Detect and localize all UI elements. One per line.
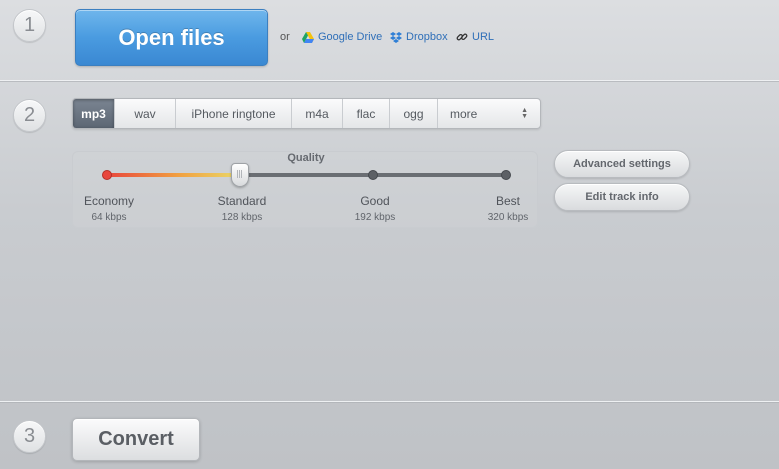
url-label: URL bbox=[472, 31, 495, 43]
quality-bitrate-standard: 128 kbps bbox=[221, 212, 263, 223]
format-tab-mp3[interactable]: mp3 bbox=[73, 99, 115, 128]
dropbox-label: Dropbox bbox=[406, 31, 448, 43]
step-number-1: 1 bbox=[13, 9, 46, 42]
quality-tick-good[interactable] bbox=[368, 170, 378, 180]
google-drive-label: Google Drive bbox=[318, 31, 383, 43]
url-link[interactable]: URL bbox=[456, 31, 494, 43]
open-files-button[interactable]: Open files bbox=[75, 9, 268, 66]
step-settings: 2 mp3 wav iPhone ringtone m4a flac ogg m… bbox=[0, 82, 779, 402]
quality-tick-economy[interactable] bbox=[102, 170, 112, 180]
format-tabs: mp3 wav iPhone ringtone m4a flac ogg mor… bbox=[72, 98, 541, 129]
link-icon bbox=[456, 33, 468, 41]
quality-bitrate-best: 320 kbps bbox=[487, 212, 529, 223]
format-tab-iphone-ringtone[interactable]: iPhone ringtone bbox=[176, 99, 292, 128]
quality-title: Quality bbox=[287, 152, 325, 164]
format-more-select[interactable]: more ▲ ▼ bbox=[438, 99, 540, 128]
convert-button[interactable]: Convert bbox=[72, 418, 200, 461]
format-tab-flac[interactable]: flac bbox=[343, 99, 390, 128]
google-drive-icon bbox=[302, 31, 314, 43]
google-drive-link[interactable]: Google Drive bbox=[302, 31, 382, 43]
step-number-2: 2 bbox=[13, 99, 46, 132]
select-arrows-icon: ▲ ▼ bbox=[521, 107, 528, 120]
quality-slider[interactable] bbox=[102, 163, 511, 187]
edit-track-info-button[interactable]: Edit track info bbox=[554, 183, 690, 211]
or-text: or bbox=[280, 31, 290, 43]
step-open-files: 1 Open files or Google Drive Dropbox URL bbox=[0, 0, 779, 81]
quality-label-best: Best bbox=[495, 194, 521, 208]
quality-bitrate-good: 192 kbps bbox=[354, 212, 396, 223]
format-tab-wav[interactable]: wav bbox=[115, 99, 176, 128]
quality-bitrate-economy: 64 kbps bbox=[91, 212, 127, 223]
step-convert: 3 Convert bbox=[0, 403, 779, 469]
quality-label-good: Good bbox=[360, 194, 390, 208]
quality-label-standard: Standard bbox=[217, 194, 267, 208]
step-number-3: 3 bbox=[13, 420, 46, 453]
dropbox-link[interactable]: Dropbox bbox=[390, 31, 448, 43]
format-more-label: more bbox=[450, 106, 478, 121]
dropbox-icon bbox=[390, 31, 402, 43]
format-tab-ogg[interactable]: ogg bbox=[390, 99, 438, 128]
quality-tick-best[interactable] bbox=[501, 170, 511, 180]
advanced-settings-button[interactable]: Advanced settings bbox=[554, 150, 690, 178]
format-tab-m4a[interactable]: m4a bbox=[292, 99, 343, 128]
quality-label-economy: Economy bbox=[83, 194, 135, 208]
slider-fill bbox=[107, 173, 240, 177]
quality-panel: Quality Economy 64 kbps Standard 128 kbps Go… bbox=[72, 151, 538, 228]
quality-slider-thumb[interactable] bbox=[231, 163, 249, 187]
